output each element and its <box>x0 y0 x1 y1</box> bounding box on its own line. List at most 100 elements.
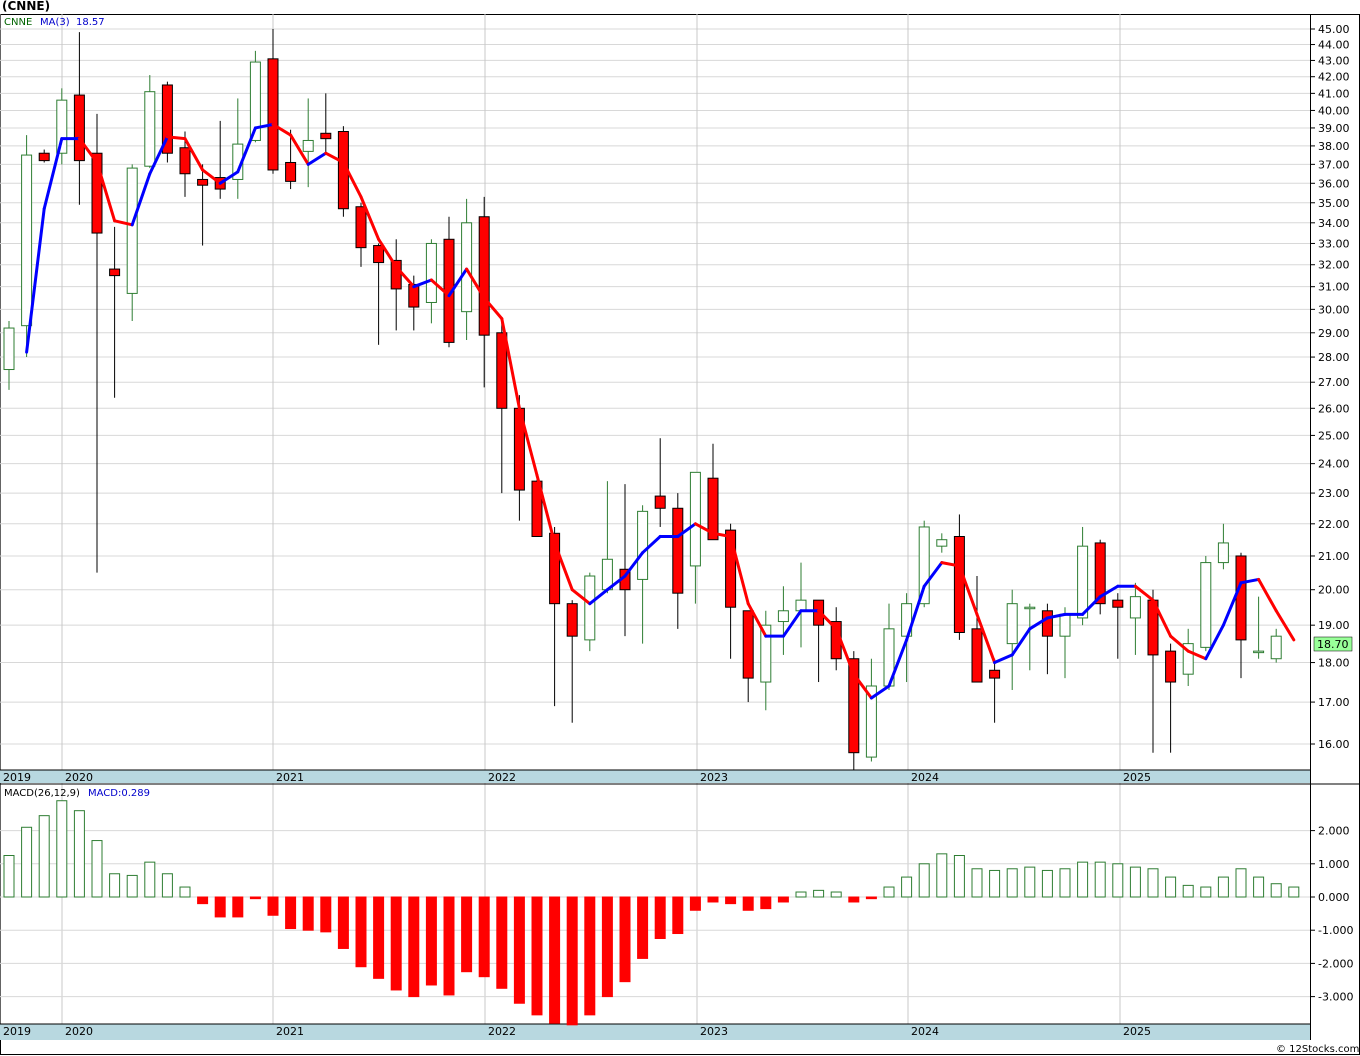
candle-body <box>3 327 15 371</box>
macd-bar <box>742 896 754 911</box>
year-label: 2025 <box>1123 1025 1151 1038</box>
macd-bar <box>161 873 173 898</box>
ma-segment <box>165 135 187 141</box>
y-tick-label: 43.00 <box>1318 54 1350 67</box>
y-tick-label: 28.00 <box>1318 351 1350 364</box>
candle-body <box>1200 562 1212 648</box>
macd-bar <box>38 815 50 898</box>
macd-bar <box>707 896 719 903</box>
candle-body <box>989 669 1001 679</box>
macd-bar <box>795 891 807 898</box>
y-tick-label: 33.00 <box>1318 237 1350 250</box>
candle-body <box>285 161 297 182</box>
y-tick-label: 17.00 <box>1318 696 1350 709</box>
macd-bar <box>637 896 649 959</box>
y-tick-label: 31.00 <box>1318 281 1350 294</box>
candle-body <box>566 603 578 637</box>
macd-bar <box>1253 876 1265 898</box>
stock-chart: 16.00 17.00 18.00 19.00 20.00 21.00 22.00 23.00… <box>0 0 1360 1055</box>
candle-body <box>126 167 138 294</box>
macd-bar <box>214 896 226 918</box>
macd-bar <box>848 896 860 903</box>
candle-body <box>320 132 332 140</box>
macd-bar <box>126 874 138 898</box>
y-tick-label: -2.000 <box>1318 957 1353 970</box>
year-label: 2023 <box>700 1025 728 1038</box>
y-tick-label: 35.00 <box>1318 197 1350 210</box>
y-tick-label: 16.00 <box>1318 738 1350 751</box>
candle-body <box>425 242 437 303</box>
candle <box>1094 539 1106 615</box>
macd-bar <box>1147 868 1159 898</box>
y-tick-label: 20.00 <box>1318 584 1350 597</box>
macd-bar <box>531 896 543 1016</box>
macd-bar <box>1024 866 1036 898</box>
y-tick-label: 36.00 <box>1318 177 1350 190</box>
y-tick-label: 1.000 <box>1318 858 1350 871</box>
y-tick-label: 42.00 <box>1318 71 1350 84</box>
date-axis-band-price <box>0 770 1310 783</box>
macd-bar <box>953 855 965 898</box>
macd-bar <box>918 863 930 898</box>
candle-body <box>38 152 50 162</box>
year-label: 2023 <box>700 771 728 784</box>
candle-body <box>179 147 191 175</box>
candle-body <box>936 539 948 547</box>
candle-body <box>461 222 473 313</box>
year-label: 2025 <box>1123 771 1151 784</box>
candle-body <box>1165 650 1177 683</box>
candle-body <box>21 154 33 327</box>
macd-bar <box>232 896 244 918</box>
candle-body <box>373 245 385 264</box>
macd-bar <box>513 896 525 1004</box>
candle-body <box>1006 603 1018 645</box>
y-tick-label: 38.00 <box>1318 140 1350 153</box>
macd-bar <box>355 896 367 968</box>
candle-body <box>672 507 684 594</box>
candle-body <box>637 510 649 580</box>
macd-bar <box>1077 861 1089 898</box>
y-tick-label: 34.00 <box>1318 217 1350 230</box>
macd-bar <box>865 896 877 900</box>
macd-bar <box>1200 886 1212 898</box>
year-label: 2019 <box>3 771 31 784</box>
y-tick-label: 21.00 <box>1318 550 1350 563</box>
macd-bar <box>373 896 385 979</box>
macd-bar <box>320 896 332 933</box>
macd-legend-value: MACD:0.289 <box>88 788 150 799</box>
y-tick-label: 45.00 <box>1318 23 1350 36</box>
macd-bar <box>249 896 261 900</box>
macd-bar <box>901 876 913 898</box>
candle-body <box>689 471 701 567</box>
macd-bar <box>390 896 402 991</box>
macd-bar <box>461 896 473 973</box>
macd-bar <box>408 896 420 998</box>
y-tick-label: 30.00 <box>1318 303 1350 316</box>
candle-body <box>1235 555 1247 641</box>
y-tick-label: 41.00 <box>1318 87 1350 100</box>
macd-bar <box>1182 884 1194 898</box>
macd-legend-label: MACD(26,12,9) <box>4 788 80 799</box>
macd-bar <box>584 896 596 1016</box>
chart-title: (CNNE) <box>2 0 50 13</box>
macd-bar <box>109 873 121 898</box>
macd-bar <box>830 891 842 898</box>
macd-bar <box>56 800 68 898</box>
last-price-tag: 18.70 <box>1313 636 1353 652</box>
macd-bar <box>478 896 490 978</box>
candle-body <box>109 268 121 277</box>
macd-bar <box>566 896 578 1026</box>
macd-bar <box>21 826 33 898</box>
y-tick-label: 0.000 <box>1318 891 1350 904</box>
macd-bar <box>3 855 15 898</box>
y-tick-label: 25.00 <box>1318 429 1350 442</box>
y-tick-label: 2.000 <box>1318 825 1350 838</box>
candle-body <box>953 535 965 633</box>
macd-bar <box>725 896 737 905</box>
candle-body <box>267 58 279 171</box>
candle-body <box>777 610 789 623</box>
candle <box>584 572 596 652</box>
candle-body <box>971 628 983 683</box>
year-label: 2022 <box>488 1025 516 1038</box>
candle-body <box>1041 610 1053 637</box>
